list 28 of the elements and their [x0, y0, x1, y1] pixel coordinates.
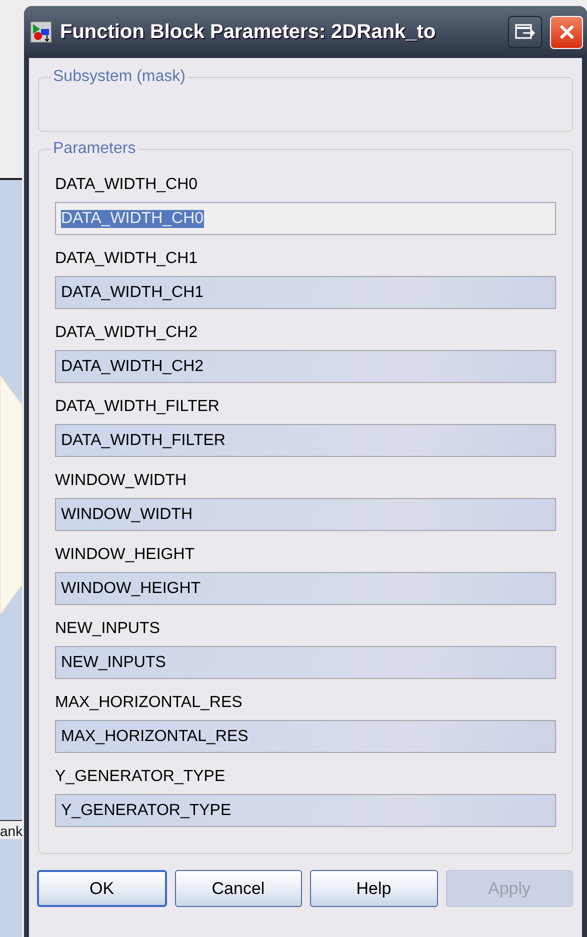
parameter-label: Y_GENERATOR_TYPE — [55, 768, 226, 786]
window-title: Function Block Parameters: 2DRank_to — [60, 20, 437, 44]
dialog-button[interactable]: Help — [310, 870, 438, 907]
group-title: Parameters — [52, 140, 137, 158]
dialog-button[interactable]: OK — [37, 870, 166, 907]
undock-icon — [514, 23, 536, 41]
parameter-label: WINDOW_HEIGHT — [55, 546, 196, 564]
parameter-label: NEW_INPUTS — [55, 620, 161, 638]
parameter-label: DATA_WIDTH_CH1 — [55, 250, 199, 268]
input-field[interactable]: WINDOW_HEIGHT — [55, 572, 556, 605]
dialog-button[interactable]: Cancel — [174, 870, 302, 907]
parameter-label: DATA_WIDTH_FILTER — [55, 398, 220, 416]
input-field[interactable]: MAX_HORIZONTAL_RES — [55, 720, 556, 753]
parameter-label: DATA_WIDTH_CH2 — [55, 324, 199, 342]
group-title: Subsystem (mask) — [52, 68, 186, 86]
block-diagram-icon — [30, 21, 52, 43]
input-field[interactable]: NEW_INPUTS — [55, 646, 556, 679]
input-field[interactable]: DATA_WIDTH_FILTER — [55, 424, 556, 457]
input-field[interactable]: Y_GENERATOR_TYPE — [55, 794, 556, 827]
parameter-label: WINDOW_WIDTH — [55, 472, 188, 490]
parameter-label: DATA_WIDTH_CH0 — [55, 176, 199, 194]
close-button[interactable] — [550, 16, 583, 48]
input-field[interactable]: DATA_WIDTH_CH2 — [55, 350, 556, 383]
undock-button[interactable] — [508, 16, 542, 48]
input-field[interactable]: DATA_WIDTH_CH1 — [55, 276, 556, 309]
parameter-label: MAX_HORIZONTAL_RES — [55, 694, 244, 712]
input-field[interactable]: WINDOW_WIDTH — [55, 498, 556, 531]
input-field[interactable]: DATA_WIDTH_CH0 — [55, 202, 556, 235]
